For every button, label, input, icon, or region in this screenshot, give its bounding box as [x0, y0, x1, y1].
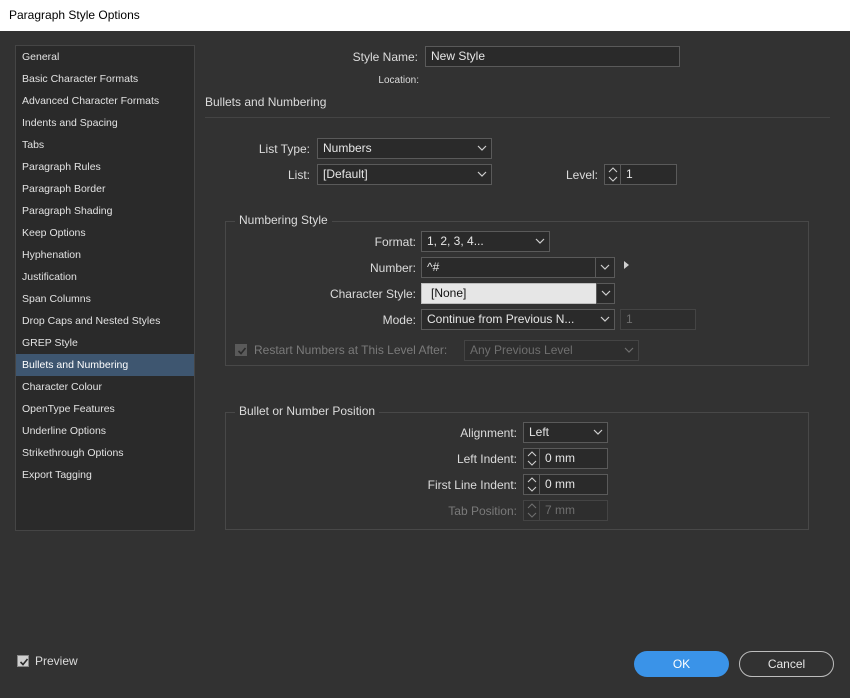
number-value: ^#	[427, 260, 440, 274]
list-type-dropdown[interactable]: Numbers	[317, 138, 492, 159]
restart-numbers-checkbox	[235, 344, 247, 356]
sidebar-item-drop-caps[interactable]: Drop Caps and Nested Styles	[16, 310, 194, 332]
position-group-title: Bullet or Number Position	[235, 404, 380, 418]
character-style-dropdown-button[interactable]	[596, 283, 615, 304]
style-name-label: Style Name:	[352, 50, 418, 64]
first-line-indent-value: 0 mm	[545, 477, 575, 491]
chevron-down-icon	[593, 423, 603, 442]
mode-start-number-input: 1	[620, 309, 696, 330]
preview-label[interactable]: Preview	[35, 654, 78, 668]
tab-position-value: 7 mm	[545, 503, 575, 517]
ok-button[interactable]: OK	[634, 651, 729, 677]
character-style-label: Character Style:	[329, 287, 416, 301]
section-divider	[205, 117, 830, 118]
location-label: Location:	[378, 75, 419, 86]
window-title: Paragraph Style Options	[9, 8, 140, 22]
number-input[interactable]: ^#	[421, 257, 615, 278]
sidebar-item-advanced-character-formats[interactable]: Advanced Character Formats	[16, 90, 194, 112]
alignment-dropdown[interactable]: Left	[523, 422, 608, 443]
sidebar-item-opentype-features[interactable]: OpenType Features	[16, 398, 194, 420]
cancel-button[interactable]: Cancel	[739, 651, 834, 677]
number-label: Number:	[369, 261, 416, 275]
mode-dropdown[interactable]: Continue from Previous N...	[421, 309, 615, 330]
sidebar-item-strikethrough-options[interactable]: Strikethrough Options	[16, 442, 194, 464]
position-group	[225, 412, 809, 530]
sidebar-item-paragraph-rules[interactable]: Paragraph Rules	[16, 156, 194, 178]
stepper-arrows-icon[interactable]	[524, 475, 540, 494]
mode-label: Mode:	[382, 313, 416, 327]
tab-position-label: Tab Position:	[448, 504, 517, 518]
format-dropdown[interactable]: 1, 2, 3, 4...	[421, 231, 550, 252]
sidebar-item-bullets-and-numbering[interactable]: Bullets and Numbering	[16, 354, 194, 376]
left-indent-stepper[interactable]: 0 mm	[523, 448, 608, 469]
list-dropdown[interactable]: [Default]	[317, 164, 492, 185]
sidebar-item-underline-options[interactable]: Underline Options	[16, 420, 194, 442]
category-list[interactable]: General Basic Character Formats Advanced…	[15, 45, 195, 531]
restart-level-value: Any Previous Level	[470, 343, 573, 357]
left-indent-label: Left Indent:	[456, 452, 517, 466]
sidebar-item-paragraph-shading[interactable]: Paragraph Shading	[16, 200, 194, 222]
list-type-value: Numbers	[323, 141, 372, 155]
level-label: Level:	[565, 168, 598, 182]
sidebar-item-hyphenation[interactable]: Hyphenation	[16, 244, 194, 266]
first-line-indent-label: First Line Indent:	[427, 478, 517, 492]
format-label: Format:	[374, 235, 416, 249]
sidebar-item-indents-and-spacing[interactable]: Indents and Spacing	[16, 112, 194, 134]
first-line-indent-stepper[interactable]: 0 mm	[523, 474, 608, 495]
level-value: 1	[626, 167, 633, 181]
chevron-down-icon	[601, 284, 611, 303]
sidebar-item-grep-style[interactable]: GREP Style	[16, 332, 194, 354]
numbering-style-title: Numbering Style	[235, 213, 332, 227]
sidebar-item-basic-character-formats[interactable]: Basic Character Formats	[16, 68, 194, 90]
list-label: List:	[287, 168, 310, 182]
list-type-label: List Type:	[258, 142, 310, 156]
sidebar-item-general[interactable]: General	[16, 46, 194, 68]
sidebar-item-keep-options[interactable]: Keep Options	[16, 222, 194, 244]
stepper-arrows-icon[interactable]	[605, 165, 621, 184]
chevron-down-icon	[535, 232, 545, 251]
stepper-arrows-icon	[524, 501, 540, 520]
restart-numbers-label: Restart Numbers at This Level After:	[254, 343, 448, 357]
chevron-down-icon	[477, 139, 487, 158]
alignment-label: Alignment:	[460, 426, 517, 440]
sidebar-item-export-tagging[interactable]: Export Tagging	[16, 464, 194, 486]
sidebar-item-span-columns[interactable]: Span Columns	[16, 288, 194, 310]
restart-level-dropdown: Any Previous Level	[464, 340, 639, 361]
stepper-arrows-icon[interactable]	[524, 449, 540, 468]
title-bar: Paragraph Style Options	[0, 0, 850, 31]
style-name-input[interactable]: New Style	[425, 46, 680, 67]
chevron-down-icon	[624, 341, 634, 360]
chevron-down-icon[interactable]	[600, 258, 610, 277]
chevron-down-icon	[477, 165, 487, 184]
sidebar-item-justification[interactable]: Justification	[16, 266, 194, 288]
format-value: 1, 2, 3, 4...	[427, 234, 484, 248]
sidebar-item-character-colour[interactable]: Character Colour	[16, 376, 194, 398]
sidebar-item-tabs[interactable]: Tabs	[16, 134, 194, 156]
chevron-down-icon	[600, 310, 610, 329]
sidebar-item-paragraph-border[interactable]: Paragraph Border	[16, 178, 194, 200]
alignment-value: Left	[529, 425, 550, 439]
character-style-value: [None]	[431, 286, 467, 300]
list-value: [Default]	[323, 167, 368, 181]
level-stepper[interactable]: 1	[604, 164, 677, 185]
preview-checkbox[interactable]	[17, 655, 29, 667]
divider	[595, 258, 596, 277]
left-indent-value: 0 mm	[545, 451, 575, 465]
section-title: Bullets and Numbering	[205, 95, 327, 109]
insert-special-character-icon[interactable]	[623, 259, 630, 273]
character-style-dropdown[interactable]: [None]	[421, 283, 597, 304]
mode-value: Continue from Previous N...	[427, 312, 575, 326]
tab-position-stepper: 7 mm	[523, 500, 608, 521]
